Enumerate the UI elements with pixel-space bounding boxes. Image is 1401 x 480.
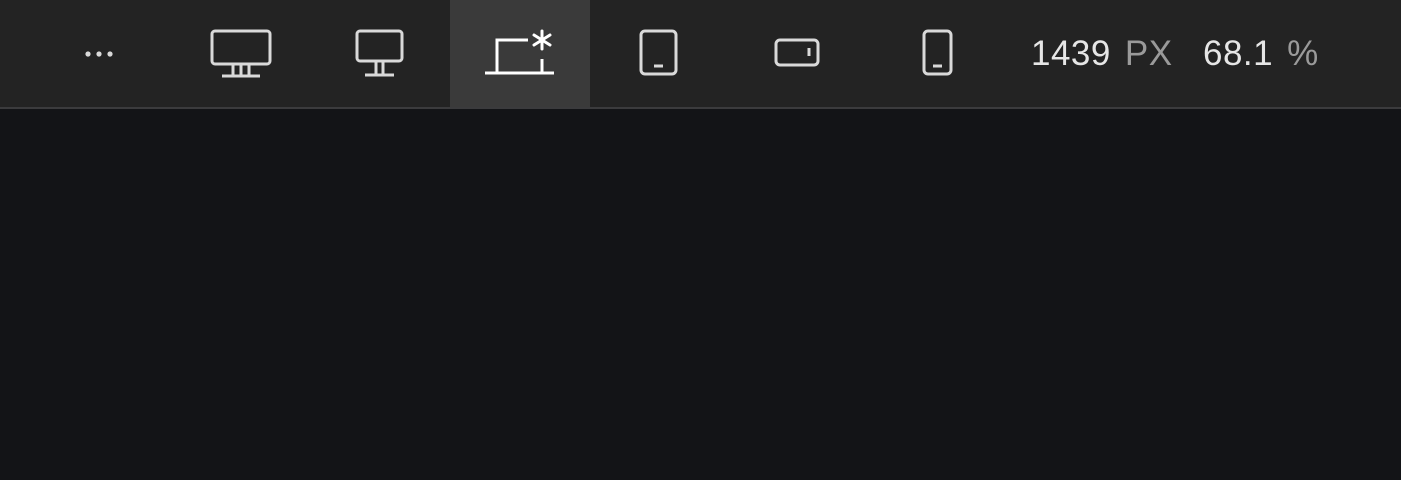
breakpoint-large-desktop-button[interactable] — [172, 0, 312, 107]
desktop-icon — [355, 29, 404, 76]
canvas-width-readout[interactable]: 1439 PX — [1031, 0, 1173, 107]
zoom-value[interactable]: 68.1 — [1203, 34, 1273, 74]
mobile-landscape-icon — [774, 38, 820, 66]
canvas-width-unit: PX — [1124, 33, 1173, 73]
more-dots-icon — [85, 50, 113, 57]
breakpoint-laptop-button[interactable] — [450, 0, 590, 107]
breakpoint-toolbar: 1439 PX 68.1 % — [0, 0, 1401, 109]
large-desktop-icon — [210, 29, 272, 77]
breakpoint-mobile-portrait-button[interactable] — [868, 0, 1008, 107]
zoom-unit: % — [1287, 33, 1319, 73]
zoom-readout[interactable]: 68.1 % — [1203, 0, 1319, 107]
breakpoint-desktop-button[interactable] — [311, 0, 451, 107]
more-options-button[interactable] — [30, 0, 170, 107]
laptop-custom-icon — [485, 29, 554, 74]
mobile-portrait-icon — [922, 29, 953, 75]
canvas-width-value[interactable]: 1439 — [1031, 34, 1111, 74]
canvas-area[interactable] — [0, 109, 1401, 480]
breakpoint-mobile-landscape-button[interactable] — [728, 0, 868, 107]
breakpoint-tablet-button[interactable] — [589, 0, 729, 107]
tablet-portrait-icon — [639, 29, 678, 75]
